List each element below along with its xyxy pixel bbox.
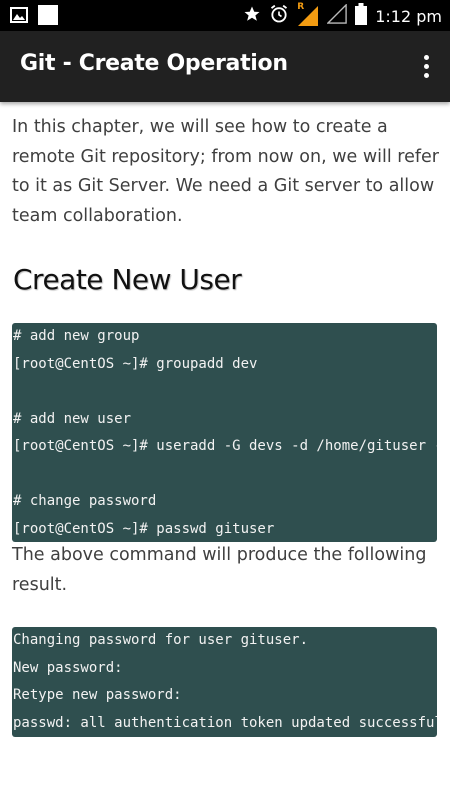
- code-line: [root@CentOS ~]# groupadd dev: [13, 355, 258, 372]
- status-time: 1:12 pm: [375, 6, 442, 26]
- code-block-commands: # add new group [root@CentOS ~]# groupad…: [12, 323, 437, 542]
- alarm-icon: [269, 4, 289, 28]
- code-line: # change password: [13, 493, 157, 509]
- code-line: # add new user: [13, 410, 132, 427]
- code-line: # add new group: [13, 328, 140, 344]
- code-line: Retype new password:: [13, 687, 182, 703]
- code-line: Changing password for user gituser.: [13, 632, 309, 648]
- image-icon: [10, 7, 28, 27]
- signal-empty-icon: [326, 3, 348, 28]
- white-square-icon: [38, 5, 58, 29]
- code-line: passwd: all authentication token updated…: [13, 714, 437, 731]
- roaming-letter: R: [297, 2, 305, 12]
- section-heading: Create New User: [13, 263, 242, 296]
- star-icon: [243, 5, 261, 27]
- battery-icon: [355, 3, 368, 29]
- status-bar: R 1:12 pm: [0, 0, 450, 31]
- app-bar: Git - Create Operation: [0, 31, 450, 102]
- page-title: Git - Create Operation: [20, 51, 288, 76]
- code-block-output: Changing password for user gituser. New …: [12, 627, 437, 737]
- result-paragraph: The above command will produce the follo…: [12, 545, 427, 595]
- code-line: [root@CentOS ~]# passwd gituser: [13, 520, 275, 537]
- signal-icon: R: [297, 2, 319, 27]
- overflow-menu-icon[interactable]: [418, 51, 434, 81]
- intro-paragraph: In this chapter, we will see how to crea…: [12, 117, 440, 226]
- code-line: New password:: [13, 659, 123, 676]
- code-line: [root@CentOS ~]# useradd -G devs -d /hom…: [13, 438, 437, 454]
